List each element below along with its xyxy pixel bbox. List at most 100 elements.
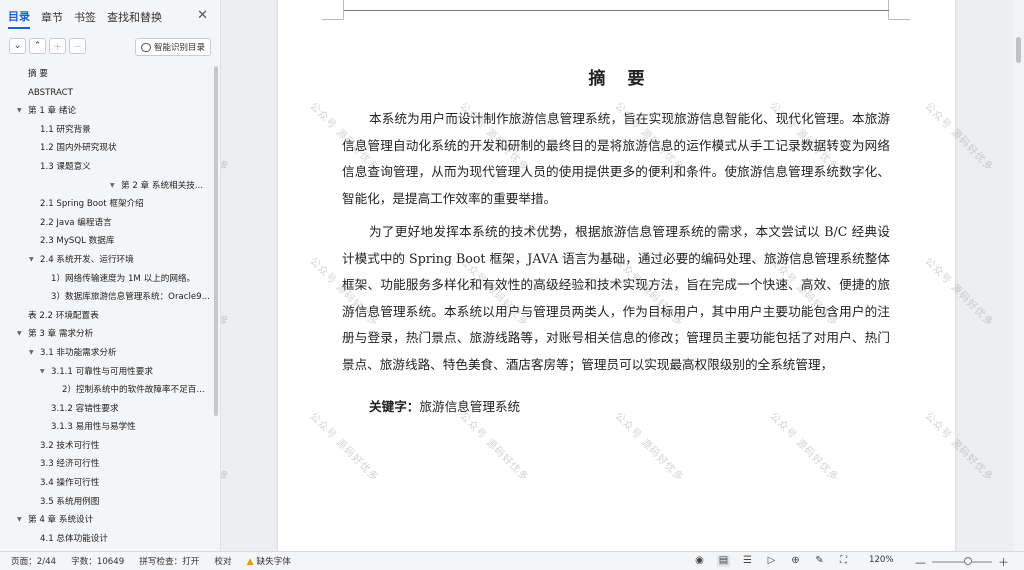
toc-item-label: 1.1 研究背景	[40, 124, 91, 135]
toc-item[interactable]: 3.5 系统用例图	[0, 493, 214, 512]
zoom-track[interactable]	[932, 557, 992, 565]
expand-all-icon[interactable]: ⌄	[9, 38, 26, 54]
toc-item[interactable]: 3）数据库旅游信息管理系统：Oracle9...	[0, 288, 214, 307]
zoom-in-icon[interactable]: ＋	[998, 554, 1009, 570]
toc-item-label: 第 2 章 系统相关技...	[121, 180, 204, 191]
abstract-paragraph: 本系统为用户而设计制作旅游信息管理系统，旨在实现旅游信息智能化、现代化管理。本旅…	[342, 111, 890, 206]
watermark-text: 公众号 源码好优多	[922, 100, 996, 174]
expand-arrow-icon[interactable]: ▼	[40, 363, 45, 382]
toc-item[interactable]: 1）网络传输速度为 1M 以上的网络。	[0, 270, 214, 289]
missing-font-label: 缺失字体	[256, 557, 291, 567]
page-indicator[interactable]: 页面：2/44	[11, 555, 56, 567]
toc-item-label: 3.1 非功能需求分析	[40, 347, 117, 358]
toc-item-label: 3.1.2 容错性要求	[51, 403, 119, 414]
toc-item[interactable]: 2.2 Java 编程语言	[0, 214, 214, 233]
expand-arrow-icon[interactable]: ▼	[17, 511, 22, 530]
toc-item-label: 4.1 总体功能设计	[40, 533, 108, 544]
toc-item[interactable]: 1.1 研究背景	[0, 121, 214, 140]
remove-heading-icon[interactable]: －	[69, 38, 86, 54]
toc-item[interactable]: ▼ 2.4 系统开发、运行环境	[0, 251, 214, 270]
toc-item[interactable]: ABSTRACT	[0, 84, 214, 103]
toc-item[interactable]: 1.2 国内外研究现状	[0, 139, 214, 158]
watermark-text: 公众号 源码好优多	[221, 256, 231, 329]
toc-scrollbar[interactable]	[214, 66, 219, 549]
toc-item-label: 3.4 操作可行性	[40, 478, 100, 489]
document-area[interactable]: 摘要 本系统为用户而设计制作旅游信息管理系统，旨在实现旅游信息智能化、现代化管理…	[221, 0, 1013, 551]
toc-item[interactable]: 3.2 技术可行性	[0, 437, 214, 456]
toc-item-label: 2）控制系统中的软件故障率不足百...	[62, 385, 205, 396]
toc-item[interactable]: 表 2.2 环境配置表	[0, 307, 214, 326]
toc-item[interactable]: ▼ 3.1.1 可靠性与可用性要求	[0, 363, 214, 382]
wps-writer-window: 目录 章节 书签 查找和替换 ✕ ⌄ ⌃ ＋ － 智能识别目录 摘 要 ABSTR…	[0, 0, 1024, 570]
toc-item-label: 3.2 技术可行性	[40, 440, 100, 451]
zoom-level[interactable]: 120%	[869, 555, 894, 565]
toc-item[interactable]: 3.1.3 易用性与易学性	[0, 418, 214, 437]
smart-toc-button[interactable]: 智能识别目录	[134, 38, 211, 56]
toc-item-label: 2.2 Java 编程语言	[40, 217, 112, 228]
play-icon[interactable]: ▷	[765, 555, 778, 567]
tab-sections[interactable]: 章节	[41, 5, 63, 28]
page-view-icon[interactable]: ▤	[717, 555, 730, 567]
document-page[interactable]: 摘要 本系统为用户而设计制作旅游信息管理系统，旨在实现旅游信息智能化、现代化管理…	[221, 0, 995, 551]
watermark-text: 公众号 源码好优多	[922, 255, 996, 329]
expand-arrow-icon[interactable]: ▼	[17, 325, 22, 344]
toc-item-label: 2.3 MySQL 数据库	[40, 236, 115, 247]
toc-item-label: 表 2.2 环境配置表	[28, 310, 99, 321]
expand-arrow-icon[interactable]: ▼	[29, 344, 34, 363]
toc-item[interactable]: ▼ 第 3 章 需求分析	[0, 325, 214, 344]
word-count[interactable]: 字数：10649	[71, 555, 124, 567]
toc-item[interactable]: 1.3 课题意义	[0, 158, 214, 177]
fit-page-icon[interactable]: ⛶	[837, 555, 850, 567]
close-icon[interactable]: ✕	[197, 8, 208, 23]
toc-item-label: 第 4 章 系统设计	[28, 515, 94, 526]
zoom-out-icon[interactable]: —	[915, 556, 926, 569]
toc-item[interactable]: 3.4 操作可行性	[0, 474, 214, 493]
toc-item[interactable]: 2.1 Spring Boot 框架介绍	[0, 195, 214, 214]
toc-scroll-thumb[interactable]	[214, 66, 218, 416]
document-scroll-thumb[interactable]	[1016, 37, 1021, 63]
zoom-knob[interactable]	[964, 557, 972, 565]
tab-bookmarks[interactable]: 书签	[74, 5, 96, 28]
watermark-text: 公众号 源码好优多	[307, 410, 381, 484]
watermark-text: 公众号 源码好优多	[457, 410, 531, 484]
expand-arrow-icon[interactable]: ▼	[17, 102, 22, 121]
missing-font-button[interactable]: ▲ 缺失字体	[247, 555, 291, 567]
toc-item[interactable]: 2.3 MySQL 数据库	[0, 232, 214, 251]
collapse-all-icon[interactable]: ⌃	[29, 38, 46, 54]
watermark-text: 公众号 源码好优多	[922, 410, 996, 484]
status-bar: 页面：2/44 字数：10649 拼写检查：打开 校对 ▲ 缺失字体 ◉ ▤ ☰ …	[0, 551, 1024, 570]
expand-arrow-icon[interactable]: ▼	[29, 251, 34, 270]
proofread-button[interactable]: 校对	[214, 555, 231, 567]
spell-check-status[interactable]: 拼写检查：打开	[139, 555, 199, 567]
zoom-slider[interactable]: — ＋	[915, 554, 1009, 570]
toc-item-label: 3.1.3 易用性与易学性	[51, 422, 136, 433]
toc-list: 摘 要 ABSTRACT ▼ 第 1 章 绪论 1.1 研究背景 1.2 国内外研究现状 1…	[0, 65, 214, 551]
expand-arrow-icon[interactable]: ▼	[110, 177, 115, 196]
eye-protection-icon[interactable]: ◉	[693, 555, 706, 567]
toc-item[interactable]: 摘 要	[0, 65, 214, 84]
toc-item[interactable]: ▼ 第 2 章 系统相关技...	[0, 177, 214, 196]
toc-item[interactable]: 2）控制系统中的软件故障率不足百...	[0, 381, 214, 400]
watermark-text: 公众号 源码好优多	[767, 410, 841, 484]
toc-item[interactable]: ▼ 3.1 非功能需求分析	[0, 344, 214, 363]
warning-icon: ▲	[246, 557, 254, 567]
document-scrollbar[interactable]	[1013, 0, 1024, 551]
navigation-pane: 目录 章节 书签 查找和替换 ✕ ⌄ ⌃ ＋ － 智能识别目录 摘 要 ABSTR…	[0, 0, 221, 551]
toc-item-label: 摘 要	[28, 69, 48, 79]
toc-item-label: 1.2 国内外研究现状	[40, 143, 117, 154]
tab-toc[interactable]: 目录	[8, 4, 30, 29]
toc-item[interactable]: 3.3 经济可行性	[0, 455, 214, 474]
web-view-icon[interactable]: ⊕	[789, 555, 802, 567]
tab-find-replace[interactable]: 查找和替换	[107, 5, 162, 28]
toc-item[interactable]: ▼ 第 1 章 绪论	[0, 102, 214, 121]
toc-item[interactable]: ▼ 第 4 章 系统设计	[0, 511, 214, 530]
page-title: 摘要	[588, 69, 667, 89]
toc-item-label: 第 1 章 绪论	[28, 106, 77, 117]
pen-icon[interactable]: ✎	[813, 555, 826, 567]
add-heading-icon[interactable]: ＋	[49, 38, 66, 54]
toc-item[interactable]: 4.1 总体功能设计	[0, 530, 214, 549]
outline-view-icon[interactable]: ☰	[741, 555, 754, 567]
watermark-text: 公众号 源码好优多	[612, 410, 686, 484]
toc-item[interactable]: 3.1.2 容错性要求	[0, 400, 214, 419]
pane-tabs: 目录 章节 书签 查找和替换 ✕	[0, 0, 220, 32]
